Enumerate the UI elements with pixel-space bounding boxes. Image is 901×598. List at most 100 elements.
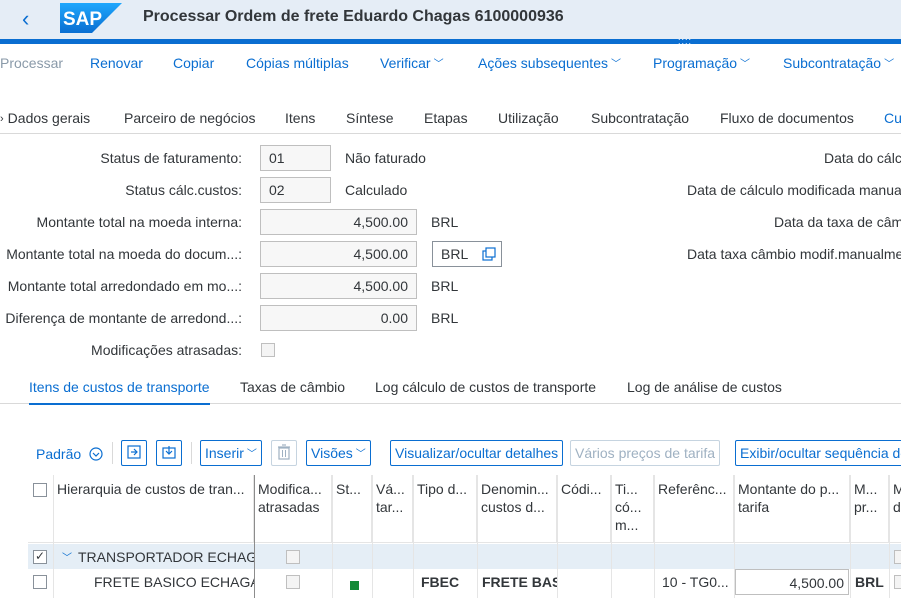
- tab-etapas[interactable]: Etapas: [424, 110, 468, 126]
- column-divider: [654, 475, 655, 598]
- row-select-checkbox[interactable]: [33, 549, 47, 564]
- montante-docum-field[interactable]: 4,500.00: [260, 241, 417, 267]
- status-calc-field[interactable]: 02: [260, 177, 331, 203]
- col-codigo[interactable]: Códi...: [557, 475, 611, 543]
- back-button[interactable]: ‹: [22, 6, 42, 32]
- col-hierarquia[interactable]: Hierarquia de custos de tran...: [53, 475, 254, 543]
- hierarchy-text: FRETE BASICO ECHAGAS: [94, 574, 254, 590]
- renovar-button[interactable]: Renovar: [90, 55, 143, 71]
- processar-button[interactable]: Processar: [0, 55, 63, 71]
- tab-subcontratacao[interactable]: Subcontratação: [591, 110, 689, 126]
- referencia-cell[interactable]: 10 - TG0...: [658, 569, 732, 595]
- hierarchy-text: TRANSPORTADOR ECHAGAS: [78, 549, 254, 565]
- column-divider: [413, 475, 414, 598]
- collapse-icon: [162, 446, 176, 459]
- col-extra[interactable]: M... d...: [889, 475, 901, 543]
- col-modifica[interactable]: Modifica... atrasadas: [254, 475, 332, 543]
- chevron-down-icon: ﹀: [355, 449, 366, 460]
- varios-precos-button[interactable]: Vários preços de tarifa: [570, 440, 721, 466]
- chevron-down-icon: ﹀: [610, 59, 621, 70]
- diferenca-field[interactable]: 0.00: [260, 305, 417, 331]
- visoes-label: Visões: [311, 445, 353, 461]
- col-moeda[interactable]: M... pr...: [850, 475, 889, 543]
- modificacoes-checkbox[interactable]: [261, 343, 275, 357]
- sap-logo: SAP: [60, 3, 122, 33]
- collapse-all-button[interactable]: [156, 440, 182, 466]
- tab-parceiro[interactable]: Parceiro de negócios: [124, 110, 256, 126]
- currency-select-field[interactable]: BRL: [432, 241, 502, 267]
- visoes-menu-button[interactable]: Visões ﹀: [306, 440, 371, 466]
- variant-selector[interactable]: Padrão: [36, 445, 103, 462]
- chevron-down-icon: ﹀: [740, 59, 751, 70]
- col-tipo[interactable]: Tipo d...: [413, 475, 477, 543]
- tab-custos[interactable]: Cu: [884, 110, 901, 126]
- tab-log-analise[interactable]: Log de análise de custos: [627, 379, 782, 395]
- shell-bar: ‹ SAP Processar Ordem de frete Eduardo C…: [0, 0, 901, 40]
- verificar-menu[interactable]: Verificar ﹀: [380, 55, 444, 71]
- data-calc-label: Data do cálc: [824, 150, 901, 166]
- extra-checkbox: [894, 575, 901, 589]
- col-montante[interactable]: Montante do p... tarifa: [734, 475, 850, 543]
- acoes-subsequentes-menu[interactable]: Ações subsequentes ﹀: [478, 55, 621, 71]
- action-toolbar: Processar Renovar Copiar Cópias múltipla…: [0, 44, 901, 82]
- column-divider: [611, 475, 612, 598]
- inserir-menu-button[interactable]: Inserir ﹀: [200, 440, 262, 466]
- currency-value: BRL: [441, 246, 469, 262]
- tab-taxas-cambio[interactable]: Taxas de câmbio: [240, 379, 345, 395]
- acoes-label: Ações subsequentes: [478, 55, 608, 71]
- chevron-down-circle-icon: [89, 447, 103, 461]
- col-tipo-codigo[interactable]: Ti... có... m...: [611, 475, 654, 543]
- tab-log-calculo[interactable]: Log cálculo de custos de transporte: [375, 379, 596, 395]
- delete-button[interactable]: [271, 440, 297, 466]
- status-faturamento-field[interactable]: 01: [260, 145, 331, 171]
- visualizar-detalhes-button[interactable]: Visualizar/ocultar detalhes: [390, 440, 564, 466]
- variant-label: Padrão: [36, 446, 82, 462]
- col-valido[interactable]: Vá... tar...: [372, 475, 413, 543]
- copias-multiplas-button[interactable]: Cópias múltiplas: [246, 55, 349, 71]
- select-all-checkbox[interactable]: [33, 483, 47, 497]
- expand-all-button[interactable]: [121, 440, 147, 466]
- page-title: Processar Ordem de frete Eduardo Chagas …: [143, 8, 564, 25]
- expander-icon[interactable]: ﹀: [62, 553, 72, 564]
- chevron-down-icon: ﹀: [884, 59, 895, 70]
- tab-itens-custos[interactable]: Itens de custos de transporte: [29, 379, 210, 405]
- col-status[interactable]: St...: [332, 475, 372, 543]
- cost-subtabs: Itens de custos de transporte Taxas de c…: [0, 370, 901, 405]
- tab-utilizacao[interactable]: Utilização: [498, 110, 559, 126]
- tab-label: Dados gerais: [7, 110, 91, 126]
- row-select-checkbox[interactable]: [33, 575, 47, 589]
- value-help-icon[interactable]: [482, 247, 496, 261]
- data-taxa-mod-label: Data taxa câmbio modif.manualme: [687, 246, 901, 262]
- col-denominacao[interactable]: Denomin... custos d...: [477, 475, 557, 543]
- cost-items-table: Hierarquia de custos de tran... Modifica…: [28, 475, 901, 598]
- tab-fluxo[interactable]: Fluxo de documentos: [720, 110, 854, 126]
- status-calc-text: Calculado: [345, 182, 408, 198]
- column-divider: [557, 475, 558, 598]
- svg-text:SAP: SAP: [63, 9, 102, 30]
- copiar-button[interactable]: Copiar: [173, 55, 214, 71]
- col-referencia[interactable]: Referênc...: [654, 475, 734, 543]
- table-row[interactable]: FRETE BASICO ECHAGAS FBEC FRETE BASICO 1…: [28, 569, 901, 595]
- tab-itens[interactable]: Itens: [285, 110, 315, 126]
- montante-docum-label: Montante total na moeda do docum...:: [6, 246, 242, 262]
- montante-arred-field[interactable]: 4,500.00: [260, 273, 417, 299]
- table-row[interactable]: ﹀ TRANSPORTADOR ECHAGAS: [28, 544, 901, 570]
- tab-sintese[interactable]: Síntese: [346, 110, 393, 126]
- extra-checkbox: [894, 550, 901, 564]
- verificar-label: Verificar: [380, 55, 431, 71]
- fixed-column-divider[interactable]: [254, 475, 255, 598]
- chevron-down-icon: ﹀: [246, 449, 257, 460]
- montante-arred-currency: BRL: [431, 278, 459, 294]
- montante-interna-field[interactable]: 4,500.00: [260, 209, 417, 235]
- programacao-menu[interactable]: Programação ﹀: [653, 55, 750, 71]
- tab-dados-gerais[interactable]: › Dados gerais: [0, 110, 90, 126]
- exibir-sequencia-button[interactable]: Exibir/ocultar sequência de: [735, 440, 901, 466]
- subcontratacao-menu[interactable]: Subcontratação ﹀: [783, 55, 894, 71]
- denominacao-cell[interactable]: FRETE BASICO: [478, 569, 557, 595]
- column-divider: [734, 475, 735, 598]
- montante-cell[interactable]: 4,500.00: [735, 569, 849, 595]
- tipo-cell: FBEC: [421, 574, 460, 590]
- expand-icon: [127, 445, 141, 459]
- diferenca-label: Diferença de montante de arredond...:: [5, 310, 242, 326]
- trash-icon: [278, 444, 290, 460]
